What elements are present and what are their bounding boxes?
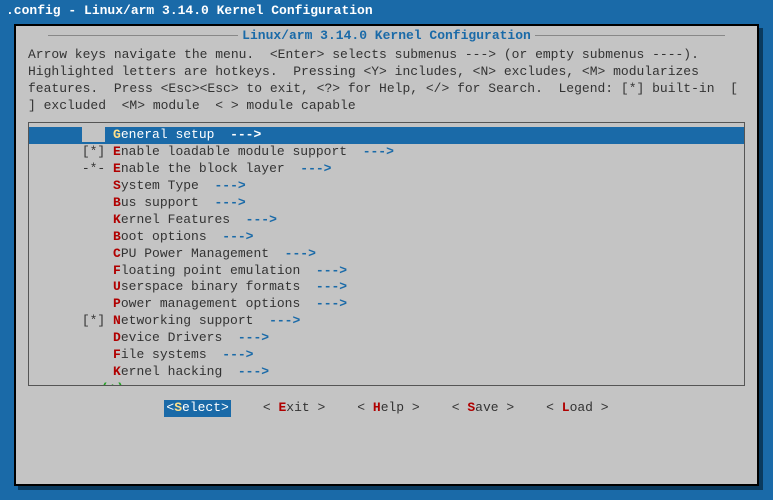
menu-item[interactable]: [*] Networking support ---> [29, 313, 744, 330]
button-row: <Select> < Exit > < Help > < Save > < Load > [20, 394, 753, 421]
menu-item[interactable]: [*] Enable loadable module support ---> [29, 144, 744, 161]
menu-item[interactable]: Kernel hacking ---> [29, 364, 744, 381]
menu-item[interactable]: Device Drivers ---> [29, 330, 744, 347]
menu-item[interactable]: Userspace binary formats ---> [29, 279, 744, 296]
menu-item[interactable]: -*- Enable the block layer ---> [29, 161, 744, 178]
window-titlebar: .config - Linux/arm 3.14.0 Kernel Config… [0, 0, 773, 23]
menu-item[interactable]: File systems ---> [29, 347, 744, 364]
menu-list[interactable]: General setup ---> [*] Enable loadable m… [28, 122, 745, 386]
scroll-down-indicator: v(+) [29, 381, 744, 387]
menu-item[interactable]: Floating point emulation ---> [29, 263, 744, 280]
menu-item[interactable]: Bus support ---> [29, 195, 744, 212]
menu-item[interactable]: General setup ---> [29, 127, 744, 144]
help-text: Arrow keys navigate the menu. <Enter> se… [20, 47, 753, 121]
dialog-title: Linux/arm 3.14.0 Kernel Configuration [20, 28, 753, 45]
menu-item[interactable]: CPU Power Management ---> [29, 246, 744, 263]
menu-item[interactable]: Boot options ---> [29, 229, 744, 246]
menu-item[interactable]: Power management options ---> [29, 296, 744, 313]
exit-button[interactable]: < Exit > [263, 400, 325, 417]
menu-item[interactable]: System Type ---> [29, 178, 744, 195]
dialog-title-text: Linux/arm 3.14.0 Kernel Configuration [242, 28, 531, 43]
save-button[interactable]: < Save > [452, 400, 514, 417]
desktop: .config - Linux/arm 3.14.0 Kernel Config… [0, 0, 773, 500]
load-button[interactable]: < Load > [546, 400, 608, 417]
help-button[interactable]: < Help > [357, 400, 419, 417]
config-window: Linux/arm 3.14.0 Kernel Configuration Ar… [14, 24, 759, 486]
select-button[interactable]: <Select> [164, 400, 230, 417]
menu-item[interactable]: Kernel Features ---> [29, 212, 744, 229]
